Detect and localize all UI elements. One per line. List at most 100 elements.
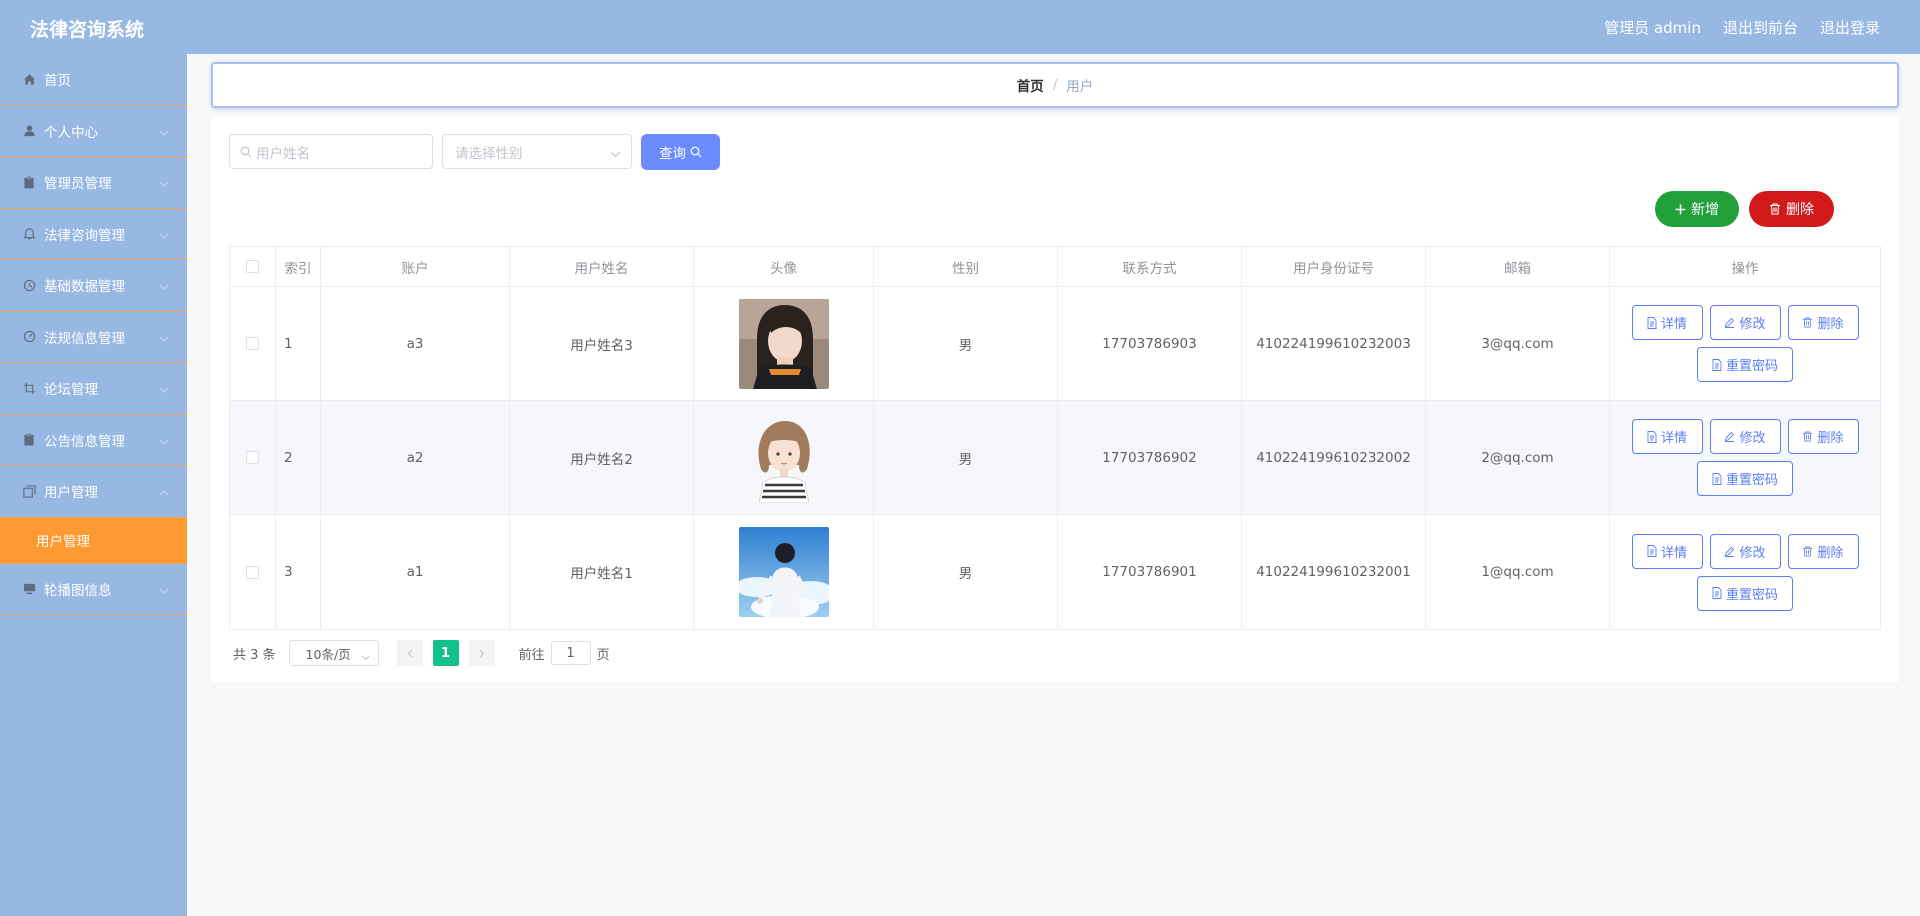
detail-button-label: 详情 [1660, 317, 1687, 332]
add-button[interactable]: 新增 [1655, 191, 1739, 227]
cell-phone: 17703786902 [1058, 401, 1242, 514]
sidebar-item-personal-center[interactable]: 个人中心 [0, 106, 187, 157]
row-actions: 详情 修改 删除 重置密码 [1631, 533, 1859, 611]
row-checkbox[interactable] [246, 337, 259, 350]
sidebar-item-consult-management[interactable]: 法律咨询管理 [0, 209, 187, 260]
header-account: 账户 [321, 247, 510, 286]
sidebar-item-forum-management[interactable]: 论坛管理 [0, 363, 187, 415]
sidebar-item-regulation-management[interactable]: 法规信息管理 [0, 312, 187, 363]
avatar [738, 527, 829, 617]
delete-button[interactable]: 删除 [1787, 533, 1859, 569]
avatar [738, 412, 829, 503]
edit-button-label: 修改 [1739, 431, 1766, 446]
edit-button[interactable]: 修改 [1709, 419, 1781, 454]
sidebar-item-label: 法律咨询管理 [44, 227, 125, 244]
admin-label[interactable]: 管理员 admin [1604, 17, 1701, 38]
row-actions: 详情 修改 删除 重置密码 [1631, 305, 1859, 382]
row-actions-top: 详情 修改 删除 [1631, 419, 1859, 454]
delete-button-label: 删除 [1817, 545, 1844, 561]
sidebar-item-carousel[interactable]: 轮播图信息 [0, 564, 187, 615]
page-size-select[interactable]: 10条/页 [288, 640, 379, 666]
reset-password-button[interactable]: 重置密码 [1697, 461, 1793, 496]
trash-icon [1803, 317, 1813, 328]
document-icon [1712, 358, 1722, 371]
gender-select[interactable]: 请选择性别 [442, 134, 632, 169]
trash-icon [1803, 546, 1813, 556]
next-page-button[interactable] [468, 640, 495, 666]
detail-button-label: 详情 [1660, 545, 1687, 561]
chevron-down-icon [159, 330, 169, 346]
edit-button[interactable]: 修改 [1709, 533, 1781, 569]
exit-to-front-link[interactable]: 退出到前台 [1723, 17, 1798, 38]
trash-icon [1770, 203, 1780, 215]
chevron-down-icon [159, 582, 169, 598]
detail-button[interactable]: 详情 [1631, 305, 1703, 340]
cell-operations: 详情 修改 删除 重置密码 [1610, 401, 1880, 514]
top-links: 管理员 admin 退出到前台 退出登录 [1604, 17, 1880, 38]
document-icon [1647, 545, 1657, 557]
breadcrumb: 首页 / 用户 [211, 62, 1899, 108]
home-icon [22, 72, 36, 86]
sidebar-item-user-management[interactable]: 用户管理 [0, 466, 187, 518]
edit-button[interactable]: 修改 [1709, 305, 1781, 340]
sidebar-item-base-data-management[interactable]: 基础数据管理 [0, 260, 187, 312]
cell-id-number: 410224199610232001 [1242, 515, 1426, 629]
sidebar-item-label: 法规信息管理 [44, 330, 125, 347]
monitor-icon [22, 582, 36, 596]
delete-button-label: 删除 [1817, 317, 1844, 332]
reset-password-button[interactable]: 重置密码 [1697, 575, 1793, 611]
cell-name: 用户姓名1 [510, 515, 694, 629]
page-size-value: 10条/页 [305, 646, 351, 662]
cell-index: 1 [276, 287, 321, 400]
logout-link[interactable]: 退出登录 [1820, 17, 1880, 38]
sidebar-item-admin-management[interactable]: 管理员管理 [0, 157, 187, 209]
table-row: 3 a1 用户姓名1 男 17703786901 410224199610232… [230, 515, 1880, 629]
header-phone: 联系方式 [1058, 247, 1242, 286]
pencil-icon [1725, 317, 1735, 328]
bell-icon [22, 227, 36, 241]
name-search-input[interactable]: 用户姓名 [229, 134, 433, 169]
cell-account: a1 [321, 515, 510, 629]
sidebar-item-notice-management[interactable]: 公告信息管理 [0, 415, 187, 466]
sidebar-subitem-user-management[interactable]: 用户管理 [0, 517, 187, 564]
cell-email: 3@qq.com [1426, 287, 1610, 400]
query-button[interactable]: 查询 [641, 134, 720, 170]
select-all-checkbox[interactable] [246, 260, 259, 273]
cell-avatar [694, 287, 874, 400]
goto-page: 前往 1 页 [519, 641, 610, 665]
row-select-cell[interactable] [230, 515, 276, 629]
document-icon [1647, 316, 1657, 329]
prev-page-button[interactable] [396, 640, 423, 666]
sidebar-item-label: 基础数据管理 [44, 279, 125, 296]
edit-button-label: 修改 [1739, 545, 1766, 561]
sidebar-item-home[interactable]: 首页 [0, 54, 187, 106]
header-name: 用户姓名 [510, 247, 694, 286]
delete-button[interactable]: 删除 [1787, 419, 1859, 454]
cell-email: 2@qq.com [1426, 401, 1610, 514]
batch-delete-button[interactable]: 删除 [1749, 191, 1834, 227]
row-checkbox[interactable] [246, 565, 259, 579]
row-select-cell[interactable] [230, 401, 276, 514]
goto-prefix: 前往 [518, 647, 545, 663]
reset-password-button[interactable]: 重置密码 [1697, 347, 1793, 382]
header-select-all[interactable] [230, 247, 276, 286]
main-panel: 用户姓名 请选择性别 查询 新增 删除 索引 账户 用户姓名 头像 性别 联系方… [211, 116, 1899, 682]
cell-account: a3 [321, 287, 510, 400]
breadcrumb-home[interactable]: 首页 [1017, 75, 1044, 95]
add-button-label: 新增 [1691, 202, 1719, 218]
reset-password-button-label: 重置密码 [1725, 587, 1778, 603]
user-icon [22, 124, 36, 138]
page-number-current[interactable]: 1 [432, 640, 459, 666]
row-checkbox[interactable] [246, 451, 259, 464]
query-button-label: 查询 [659, 146, 686, 162]
detail-button[interactable]: 详情 [1631, 533, 1703, 569]
delete-button[interactable]: 删除 [1787, 305, 1859, 340]
row-actions-top: 详情 修改 删除 [1631, 305, 1859, 340]
goto-suffix: 页 [596, 647, 610, 663]
gender-select-placeholder: 请选择性别 [455, 145, 523, 162]
goto-page-input[interactable]: 1 [550, 641, 591, 665]
search-icon [240, 146, 252, 157]
cell-phone: 17703786901 [1058, 515, 1242, 629]
detail-button[interactable]: 详情 [1631, 419, 1703, 454]
row-select-cell[interactable] [230, 287, 276, 400]
